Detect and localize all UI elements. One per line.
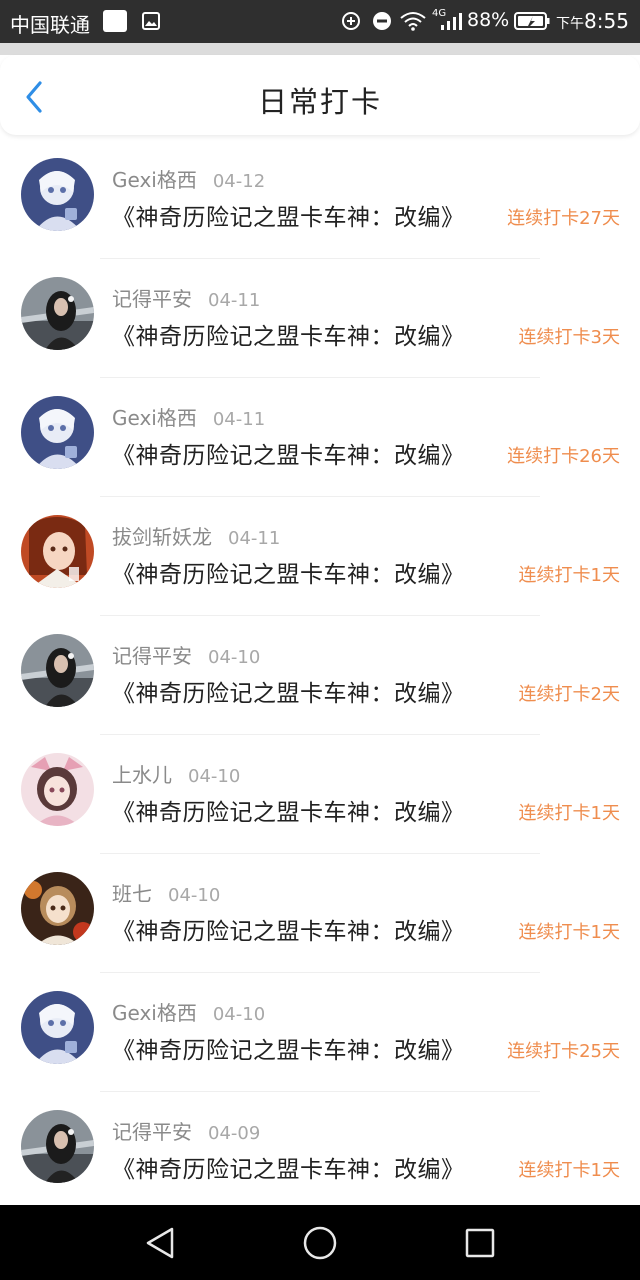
user-name[interactable]: 拔剑斩妖龙: [112, 525, 212, 549]
clock: 下午8:55: [556, 9, 629, 33]
user-line: 记得平安 04-11: [112, 283, 260, 312]
book-title[interactable]: 《神奇历险记之盟卡车神：改编》: [112, 912, 465, 946]
user-line: 记得平安 04-09: [112, 1116, 260, 1145]
streak-label: 连续打卡3天: [518, 327, 620, 348]
notification-app-icon: [103, 10, 127, 32]
clock-period: 下午: [556, 16, 584, 32]
book-title[interactable]: 《神奇历险记之盟卡车神：改编》: [112, 555, 465, 589]
header-shadow-band: [0, 43, 640, 55]
checkin-row[interactable]: 拔剑斩妖龙 04-11 《神奇历险记之盟卡车神：改编》 连续打卡1天: [0, 497, 640, 616]
battery-percent: 88%: [467, 9, 510, 31]
nav-recents-icon[interactable]: [460, 1223, 500, 1263]
checkin-list: Gexi格西 04-12 《神奇历险记之盟卡车神：改编》 连续打卡27天 记得平安…: [0, 140, 640, 1211]
checkin-row[interactable]: Gexi格西 04-11 《神奇历险记之盟卡车神：改编》 连续打卡26天: [0, 378, 640, 497]
avatar[interactable]: [21, 515, 94, 588]
user-name[interactable]: 上水儿: [112, 763, 172, 787]
book-title[interactable]: 《神奇历险记之盟卡车神：改编》: [112, 317, 465, 351]
user-name[interactable]: 记得平安: [112, 1120, 192, 1144]
book-title[interactable]: 《神奇历险记之盟卡车神：改编》: [112, 1031, 465, 1065]
checkin-row[interactable]: 记得平安 04-09 《神奇历险记之盟卡车神：改编》 连续打卡1天: [0, 1092, 640, 1211]
book-title[interactable]: 《神奇历险记之盟卡车神：改编》: [112, 1150, 465, 1184]
streak-label: 连续打卡26天: [507, 446, 620, 467]
avatar[interactable]: [21, 991, 94, 1064]
do-not-disturb-icon: [373, 12, 391, 30]
user-name[interactable]: 班七: [112, 882, 152, 906]
streak-label: 连续打卡1天: [518, 1160, 620, 1181]
book-title[interactable]: 《神奇历险记之盟卡车神：改编》: [112, 793, 465, 827]
avatar[interactable]: [21, 277, 94, 350]
checkin-row[interactable]: Gexi格西 04-12 《神奇历险记之盟卡车神：改编》 连续打卡27天: [0, 140, 640, 259]
checkin-date: 04-11: [208, 290, 261, 311]
book-title[interactable]: 《神奇历险记之盟卡车神：改编》: [112, 198, 465, 232]
app-header: 日常打卡: [0, 55, 640, 135]
checkin-row[interactable]: 上水儿 04-10 《神奇历险记之盟卡车神：改编》 连续打卡1天: [0, 735, 640, 854]
streak-label: 连续打卡1天: [518, 565, 620, 586]
battery-icon: [514, 12, 550, 30]
user-name[interactable]: 记得平安: [112, 287, 192, 311]
signal-icon: [441, 13, 462, 30]
checkin-date: 04-10: [212, 1004, 266, 1025]
checkin-date: 04-10: [208, 647, 261, 668]
user-line: Gexi格西 04-11: [112, 402, 265, 431]
user-line: Gexi格西 04-10: [112, 997, 265, 1026]
streak-label: 连续打卡1天: [518, 803, 620, 824]
avatar[interactable]: [21, 634, 94, 707]
avatar[interactable]: [21, 872, 94, 945]
user-name[interactable]: 记得平安: [112, 644, 192, 668]
user-line: 班七 04-10: [112, 878, 220, 907]
nav-home-icon[interactable]: [300, 1223, 340, 1263]
checkin-date: 04-10: [168, 885, 221, 906]
streak-label: 连续打卡27天: [507, 208, 620, 229]
checkin-row[interactable]: 班七 04-10 《神奇历险记之盟卡车神：改编》 连续打卡1天: [0, 854, 640, 973]
checkin-date: 04-10: [188, 766, 241, 787]
streak-label: 连续打卡1天: [518, 922, 620, 943]
carrier-name: 中国联通: [10, 13, 90, 37]
checkin-row[interactable]: 记得平安 04-10 《神奇历险记之盟卡车神：改编》 连续打卡2天: [0, 616, 640, 735]
user-line: Gexi格西 04-12: [112, 164, 265, 193]
user-line: 记得平安 04-10: [112, 640, 260, 669]
checkin-date: 04-09: [208, 1123, 261, 1144]
streak-label: 连续打卡25天: [507, 1041, 620, 1062]
nav-back-icon[interactable]: [140, 1223, 180, 1263]
clock-time: 8:55: [584, 9, 629, 33]
checkin-date: 04-11: [212, 409, 266, 430]
user-line: 拔剑斩妖龙 04-11: [112, 521, 280, 550]
user-name[interactable]: Gexi格西: [112, 1001, 197, 1025]
streak-label: 连续打卡2天: [518, 684, 620, 705]
avatar[interactable]: [21, 158, 94, 231]
user-name[interactable]: Gexi格西: [112, 168, 197, 192]
book-title[interactable]: 《神奇历险记之盟卡车神：改编》: [112, 674, 465, 708]
image-notification-icon: [142, 12, 160, 30]
avatar[interactable]: [21, 396, 94, 469]
page-title: 日常打卡: [257, 85, 382, 119]
user-line: 上水儿 04-10: [112, 759, 240, 788]
checkin-date: 04-11: [228, 528, 281, 549]
checkin-date: 04-12: [212, 171, 266, 192]
user-name[interactable]: Gexi格西: [112, 406, 197, 430]
data-saver-icon: [342, 12, 360, 30]
status-bar: 中国联通 4G 88% 下午8:55: [0, 0, 640, 43]
wifi-icon: [400, 12, 426, 31]
checkin-row[interactable]: Gexi格西 04-10 《神奇历险记之盟卡车神：改编》 连续打卡25天: [0, 973, 640, 1092]
avatar[interactable]: [21, 1110, 94, 1183]
avatar[interactable]: [21, 753, 94, 826]
checkin-row[interactable]: 记得平安 04-11 《神奇历险记之盟卡车神：改编》 连续打卡3天: [0, 259, 640, 378]
system-nav-bar: [0, 1205, 640, 1280]
book-title[interactable]: 《神奇历险记之盟卡车神：改编》: [112, 436, 465, 470]
